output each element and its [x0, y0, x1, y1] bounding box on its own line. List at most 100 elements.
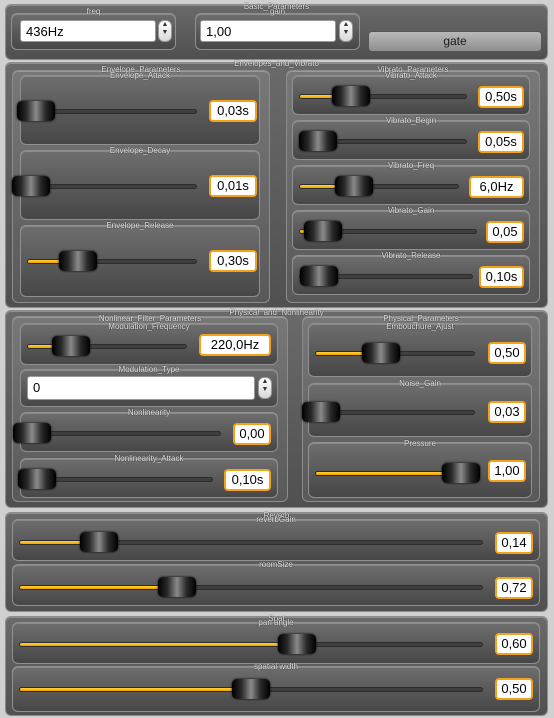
- gain-stepper[interactable]: ▲ ▼: [339, 20, 353, 42]
- embouchure-group: Embouchure_Ajust 0,50: [308, 323, 532, 377]
- slider-knob[interactable]: [59, 251, 98, 271]
- envelope-decay-value[interactable]: 0,01s: [209, 175, 257, 197]
- noise-gain-slider[interactable]: [301, 402, 475, 422]
- slider-fill: [316, 472, 462, 475]
- vibrato-release-slider[interactable]: [299, 266, 473, 286]
- envelope-attack-value[interactable]: 0,03s: [209, 100, 257, 122]
- nonlinearity-attack-group: Nonlinearity_Attack 0,10s: [18, 454, 278, 498]
- noise-gain-group: Noise_Gain 0,03: [301, 379, 532, 437]
- slider-knob[interactable]: [12, 176, 51, 196]
- vibrato-attack-label: Vibrato_Attack: [385, 71, 437, 80]
- embouchure-value[interactable]: 0,50: [488, 342, 526, 364]
- slider-knob[interactable]: [278, 634, 317, 654]
- slider-knob[interactable]: [12, 423, 51, 443]
- freq-field[interactable]: 436Hz: [20, 20, 156, 42]
- modulation-type-label: Modulation_Type: [118, 365, 180, 374]
- nonlinearity-attack-label: Nonlinearity_Attack: [114, 454, 184, 463]
- envelope-release-label: Envelope_Release: [106, 221, 174, 230]
- nonlinearity-slider[interactable]: [12, 423, 221, 443]
- vibrato-begin-group: Vibrato_Begin 0,05s: [292, 116, 530, 160]
- spatial-width-label: spatial width: [253, 662, 299, 671]
- reverb-gain-group: reverbGain 0,14: [12, 515, 540, 561]
- vibrato-gain-slider[interactable]: [299, 221, 477, 241]
- slider-knob[interactable]: [303, 221, 342, 241]
- stepper-up-icon[interactable]: ▲: [162, 21, 169, 28]
- stepper-down-icon[interactable]: ▼: [162, 29, 169, 36]
- vibrato-release-group: Vibrato_Release 0,10s: [292, 251, 530, 295]
- pressure-slider[interactable]: [315, 463, 481, 483]
- slider-knob[interactable]: [158, 577, 197, 597]
- pan-angle-label: pan angle: [258, 618, 294, 627]
- vibrato-begin-slider[interactable]: [299, 131, 467, 151]
- envelope-decay-slider[interactable]: [12, 176, 197, 196]
- modulation-frequency-value[interactable]: 220,0Hz: [199, 334, 271, 356]
- pan-angle-group: pan angle 0,60: [12, 618, 540, 664]
- nonlinearity-value[interactable]: 0,00: [233, 423, 271, 445]
- gate-button[interactable]: gate: [368, 31, 542, 52]
- reverb-gain-value[interactable]: 0,14: [495, 532, 533, 554]
- envelope-release-value[interactable]: 0,30s: [209, 250, 257, 272]
- pan-angle-value[interactable]: 0,60: [495, 633, 533, 655]
- vibrato-release-value[interactable]: 0,10s: [479, 266, 524, 288]
- noise-gain-label: Noise_Gain: [399, 379, 441, 388]
- slider-knob[interactable]: [301, 402, 340, 422]
- slider-fill: [20, 586, 178, 589]
- vibrato-gain-value[interactable]: 0,05: [486, 221, 524, 243]
- vibrato-release-label: Vibrato_Release: [381, 251, 441, 260]
- stepper-down-icon[interactable]: ▼: [262, 386, 269, 393]
- modulation-type-field[interactable]: 0: [27, 376, 255, 400]
- slider-knob[interactable]: [334, 176, 373, 196]
- modulation-frequency-slider[interactable]: [27, 336, 187, 356]
- vibrato-attack-value[interactable]: 0,50s: [478, 86, 524, 108]
- envelope-decay-label: Envelope_Decay: [109, 146, 171, 155]
- stepper-up-icon[interactable]: ▲: [343, 21, 350, 28]
- nonlinearity-attack-slider[interactable]: [18, 469, 213, 489]
- slider-knob[interactable]: [299, 131, 338, 151]
- noise-gain-value[interactable]: 0,03: [488, 401, 526, 423]
- stepper-down-icon[interactable]: ▼: [343, 29, 350, 36]
- vibrato-attack-slider[interactable]: [299, 86, 467, 106]
- slider-knob[interactable]: [361, 343, 400, 363]
- room-size-group: roomSize 0,72: [12, 560, 540, 606]
- slider-knob[interactable]: [232, 679, 270, 699]
- vibrato-gain-label: Vibrato_Gain: [387, 206, 435, 215]
- envelope-decay-group: Envelope_Decay 0,01s: [12, 146, 260, 220]
- vibrato-freq-label: Vibrato_Freq: [387, 161, 435, 170]
- envelope-attack-slider[interactable]: [17, 101, 197, 121]
- spatial-width-value[interactable]: 0,50: [495, 678, 533, 700]
- slider-fill: [20, 688, 251, 691]
- slider-knob[interactable]: [51, 336, 90, 356]
- slider-knob[interactable]: [17, 101, 56, 121]
- vibrato-freq-slider[interactable]: [299, 176, 459, 196]
- nonlinearity-attack-value[interactable]: 0,10s: [224, 469, 271, 491]
- vibrato-freq-value[interactable]: 6,0Hz: [469, 176, 524, 198]
- slider-knob[interactable]: [299, 266, 338, 286]
- embouchure-slider[interactable]: [315, 343, 475, 363]
- slider-knob[interactable]: [79, 532, 118, 552]
- vibrato-begin-value[interactable]: 0,05s: [478, 131, 524, 153]
- gain-field[interactable]: 1,00: [200, 20, 336, 42]
- freq-label: freq: [86, 7, 101, 16]
- stepper-up-icon[interactable]: ▲: [262, 378, 269, 385]
- slider-knob[interactable]: [18, 469, 57, 489]
- spatial-width-slider[interactable]: [19, 679, 483, 699]
- vibrato-freq-group: Vibrato_Freq 6,0Hz: [292, 161, 530, 205]
- nonlinearity-label: Nonlinearity: [127, 408, 171, 417]
- modulation-type-stepper[interactable]: ▲ ▼: [258, 377, 272, 399]
- reverb-gain-slider[interactable]: [19, 532, 483, 552]
- slider-knob[interactable]: [442, 463, 481, 483]
- modulation-frequency-group: Modulation_Frequency 220,0Hz: [20, 323, 278, 365]
- vibrato-begin-label: Vibrato_Begin: [385, 116, 437, 125]
- freq-stepper[interactable]: ▲ ▼: [158, 20, 172, 42]
- pressure-value[interactable]: 1,00: [488, 460, 526, 482]
- gain-label: gain: [269, 7, 286, 16]
- slider-knob[interactable]: [332, 86, 371, 106]
- envelope-release-group: Envelope_Release 0,30s: [20, 221, 260, 297]
- pan-angle-slider[interactable]: [19, 634, 483, 654]
- envelope-release-slider[interactable]: [27, 251, 197, 271]
- room-size-value[interactable]: 0,72: [495, 577, 533, 599]
- room-size-label: roomSize: [259, 560, 293, 569]
- reverb-gain-label: reverbGain: [256, 515, 296, 524]
- room-size-slider[interactable]: [19, 577, 483, 597]
- vibrato-gain-group: Vibrato_Gain 0,05: [292, 206, 530, 250]
